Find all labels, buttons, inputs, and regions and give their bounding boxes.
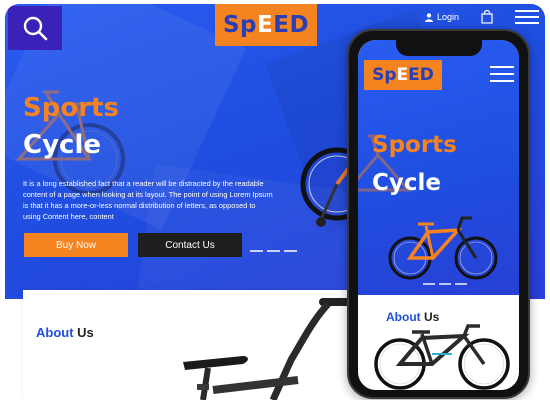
hero-paragraph-line: is that it has a more-or-less normal dis… [23, 201, 256, 211]
mobile-about-title: About Us [386, 310, 439, 324]
logo-letter: E [273, 12, 290, 38]
slider-indicator[interactable] [250, 250, 297, 252]
brand-logo[interactable]: SpEED [215, 4, 317, 46]
search-icon [23, 16, 48, 41]
about-title-rest: Us [73, 325, 94, 340]
hero-paragraph-line: It is a long established fact that a rea… [23, 179, 264, 188]
logo-letter: E [257, 12, 274, 38]
mobile-brand-logo[interactable]: SpEED [364, 60, 442, 90]
user-icon [425, 12, 433, 22]
logo-letter: D [419, 65, 434, 85]
mobile-about-title-accent: About [386, 310, 421, 324]
about-title: About Us [36, 325, 94, 340]
logo-letter: p [384, 65, 397, 85]
slider-dot[interactable] [250, 250, 263, 252]
login-link[interactable]: Login [425, 12, 459, 22]
mobile-about-title-rest: Us [420, 310, 440, 324]
contact-us-button[interactable]: Contact Us [138, 233, 242, 257]
mobile-about-section: About Us [366, 296, 517, 390]
phone-mockup: SpEED Sports Cycle About Us [347, 29, 530, 399]
slider-dot[interactable] [423, 283, 435, 285]
hero-title-line2: Cycle [23, 130, 101, 160]
logo-letter: S [372, 65, 385, 85]
mobile-slider-indicator[interactable] [423, 283, 467, 285]
mobile-hero-section: SpEED Sports Cycle [358, 40, 519, 295]
shopping-bag-icon[interactable] [481, 10, 493, 24]
buy-now-button[interactable]: Buy Now [24, 233, 128, 257]
about-title-accent: About [36, 325, 74, 340]
phone-screen: SpEED Sports Cycle About Us [358, 40, 519, 390]
search-button[interactable] [8, 6, 62, 50]
hero-paragraph-line: using Content here, content [23, 212, 114, 222]
logo-letter: D [289, 12, 310, 38]
slider-dot[interactable] [267, 250, 280, 252]
mobile-about-bike-image [374, 324, 510, 390]
hero-title-line1: Sports [23, 93, 119, 123]
logo-letter: E [396, 65, 409, 85]
mockup-stage: SpEED Login Sports Cycle It is a long es… [0, 0, 550, 400]
slider-dot[interactable] [284, 250, 297, 252]
phone-notch [396, 40, 482, 56]
mobile-hamburger-menu-icon[interactable] [490, 66, 514, 87]
about-bike-image [183, 298, 353, 400]
logo-letter: p [240, 12, 257, 38]
mobile-hero-bike-image [388, 216, 498, 280]
hero-paragraph-line: content of a page when looking at its la… [23, 190, 273, 200]
mobile-hero-title-line1: Sports [372, 132, 457, 158]
hero-paragraph: It is a long established fact that a rea… [23, 178, 283, 222]
logo-letter: S [222, 12, 241, 38]
slider-dot[interactable] [439, 283, 451, 285]
hamburger-menu-icon[interactable] [515, 10, 539, 28]
slider-dot[interactable] [455, 283, 467, 285]
logo-letter: E [408, 65, 420, 85]
login-label: Login [437, 12, 460, 22]
mobile-hero-title-line2: Cycle [372, 170, 441, 196]
about-section: About Us [23, 290, 353, 400]
